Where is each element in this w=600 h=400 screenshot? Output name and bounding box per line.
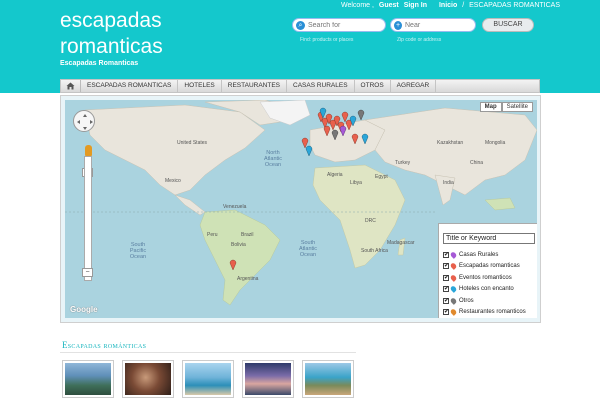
label-bolivia: Bolivia <box>231 242 246 248</box>
label-south-africa: South Africa <box>361 248 388 254</box>
map-type-control: Map Satellite <box>479 102 533 112</box>
label-venezuela: Venezuela <box>223 204 247 210</box>
map-container: United States Mexico North Atlantic Ocea… <box>60 95 541 323</box>
zoom-slider[interactable] <box>84 156 92 281</box>
checkbox-restaurantes[interactable]: ✔ <box>443 309 449 316</box>
legend-label: Otros <box>459 297 474 304</box>
near-input[interactable] <box>405 21 475 29</box>
street-view-pegman-icon[interactable] <box>85 145 92 156</box>
keyword-input[interactable] <box>308 21 378 29</box>
label-madagascar: Madagascar <box>387 240 415 246</box>
label-mexico: Mexico <box>165 178 181 184</box>
label-drc: DRC <box>365 218 376 224</box>
label-peru: Peru <box>207 232 218 238</box>
label-mongolia: Mongolia <box>485 140 506 146</box>
label-argentina: Argentina <box>237 276 259 282</box>
nav-otros[interactable]: OTROS <box>355 80 391 92</box>
nav-escapadas[interactable]: ESCAPADAS ROMANTICAS <box>81 80 179 92</box>
legend-row[interactable]: ✔ Escapadas romanticas <box>443 261 533 273</box>
guest-name: Guest <box>378 2 399 9</box>
legend-row[interactable]: ✔ Casas Rurales <box>443 249 533 261</box>
legend-label: Hoteles con encanto <box>459 286 514 293</box>
label-kazakhstan: Kazakhstan <box>437 140 464 146</box>
label-brazil: Brazil <box>241 232 254 238</box>
label-north-atlantic: North Atlantic Ocean <box>263 150 283 168</box>
label-egypt: Egypt <box>375 174 388 180</box>
legend-row[interactable]: ✔ Hoteles con encanto <box>443 284 533 296</box>
google-logo: Google <box>70 305 98 314</box>
keyword-hint: Find: products or places <box>300 37 354 43</box>
hoteles-pin-icon <box>449 285 458 294</box>
pan-control[interactable] <box>73 110 95 132</box>
nav-agregar[interactable]: AGREGAR <box>391 80 437 92</box>
checkbox-eventos[interactable]: ✔ <box>443 274 449 281</box>
breadcrumb-separator: / <box>462 2 465 9</box>
breadcrumb-home[interactable]: Inicio <box>439 2 457 9</box>
nav-casas-rurales[interactable]: CASAS RURALES <box>287 80 355 92</box>
home-icon[interactable] <box>61 80 81 92</box>
site-title[interactable]: escapadas romanticas <box>60 8 200 60</box>
breadcrumb-current: ESCAPADAS ROMANTICAS <box>469 2 561 9</box>
map-type-map[interactable]: Map <box>479 102 502 112</box>
map-legend: ✔ Casas Rurales ✔ Escapadas romanticas ✔… <box>438 223 537 318</box>
escapadas-pin-icon <box>449 262 458 271</box>
topbar: Welcome , Guest Sign In Inicio / ESCAPAD… <box>341 2 563 9</box>
near-hint: Zip code or address <box>397 37 442 43</box>
main-nav: ESCAPADAS ROMANTICAS HOTELES RESTAURANTE… <box>60 79 540 93</box>
checkbox-escapadas[interactable]: ✔ <box>443 263 449 270</box>
casas-rurales-pin-icon <box>449 250 458 259</box>
checkbox-hoteles[interactable]: ✔ <box>443 286 449 293</box>
thumbnail-beach[interactable] <box>302 360 354 398</box>
label-libya: Libya <box>350 180 362 186</box>
thumbnail-gallery <box>62 360 354 398</box>
near-search-field[interactable]: + <box>390 18 476 32</box>
restaurantes-pin-icon <box>449 308 458 317</box>
label-south-atlantic: South Atlantic Ocean <box>298 240 318 258</box>
thumbnail-pool[interactable] <box>182 360 234 398</box>
legend-row[interactable]: ✔ Otros <box>443 295 533 307</box>
world-map[interactable]: United States Mexico North Atlantic Ocea… <box>65 100 537 318</box>
thumbnail-couple[interactable] <box>122 360 174 398</box>
label-algeria: Algeria <box>327 172 343 178</box>
legend-row[interactable]: ✔ Eventos romanticos <box>443 272 533 284</box>
label-south-pacific: South Pacific Ocean <box>129 242 147 260</box>
legend-label: Eventos romanticos <box>459 274 512 281</box>
label-china: China <box>470 160 484 166</box>
thumbnail-sunset[interactable] <box>242 360 294 398</box>
sign-in-link[interactable]: Sign In <box>404 2 427 9</box>
legend-label: Casas Rurales <box>459 251 499 258</box>
map-type-satellite[interactable]: Satellite <box>501 102 533 112</box>
zoom-out-button[interactable]: − <box>82 268 93 277</box>
legend-keyword-input[interactable] <box>443 233 535 244</box>
search-icon: ⌕ <box>296 20 305 30</box>
thumbnail-lake[interactable] <box>62 360 114 398</box>
section-divider <box>60 352 356 353</box>
location-icon: + <box>394 20 402 30</box>
label-united-states: United States <box>177 140 208 146</box>
otros-pin-icon <box>449 296 458 305</box>
legend-label: Restaurantes romanticos <box>459 309 526 316</box>
legend-label: Escapadas romanticas <box>459 263 520 270</box>
section-title: Escapadas románticas <box>62 340 147 350</box>
label-turkey: Turkey <box>395 160 411 166</box>
eventos-pin-icon <box>449 273 458 282</box>
checkbox-casas-rurales[interactable]: ✔ <box>443 251 449 258</box>
keyword-search-field[interactable]: ⌕ <box>292 18 386 32</box>
legend-row[interactable]: ✔ Restaurantes romanticos <box>443 307 533 319</box>
nav-hoteles[interactable]: HOTELES <box>178 80 222 92</box>
checkbox-otros[interactable]: ✔ <box>443 297 449 304</box>
search-button[interactable]: BUSCAR <box>482 18 534 32</box>
welcome-text: Welcome , <box>341 2 374 9</box>
label-india: India <box>443 180 454 186</box>
site-tagline: Escapadas Romanticas <box>60 60 139 67</box>
nav-restaurantes[interactable]: RESTAURANTES <box>222 80 287 92</box>
